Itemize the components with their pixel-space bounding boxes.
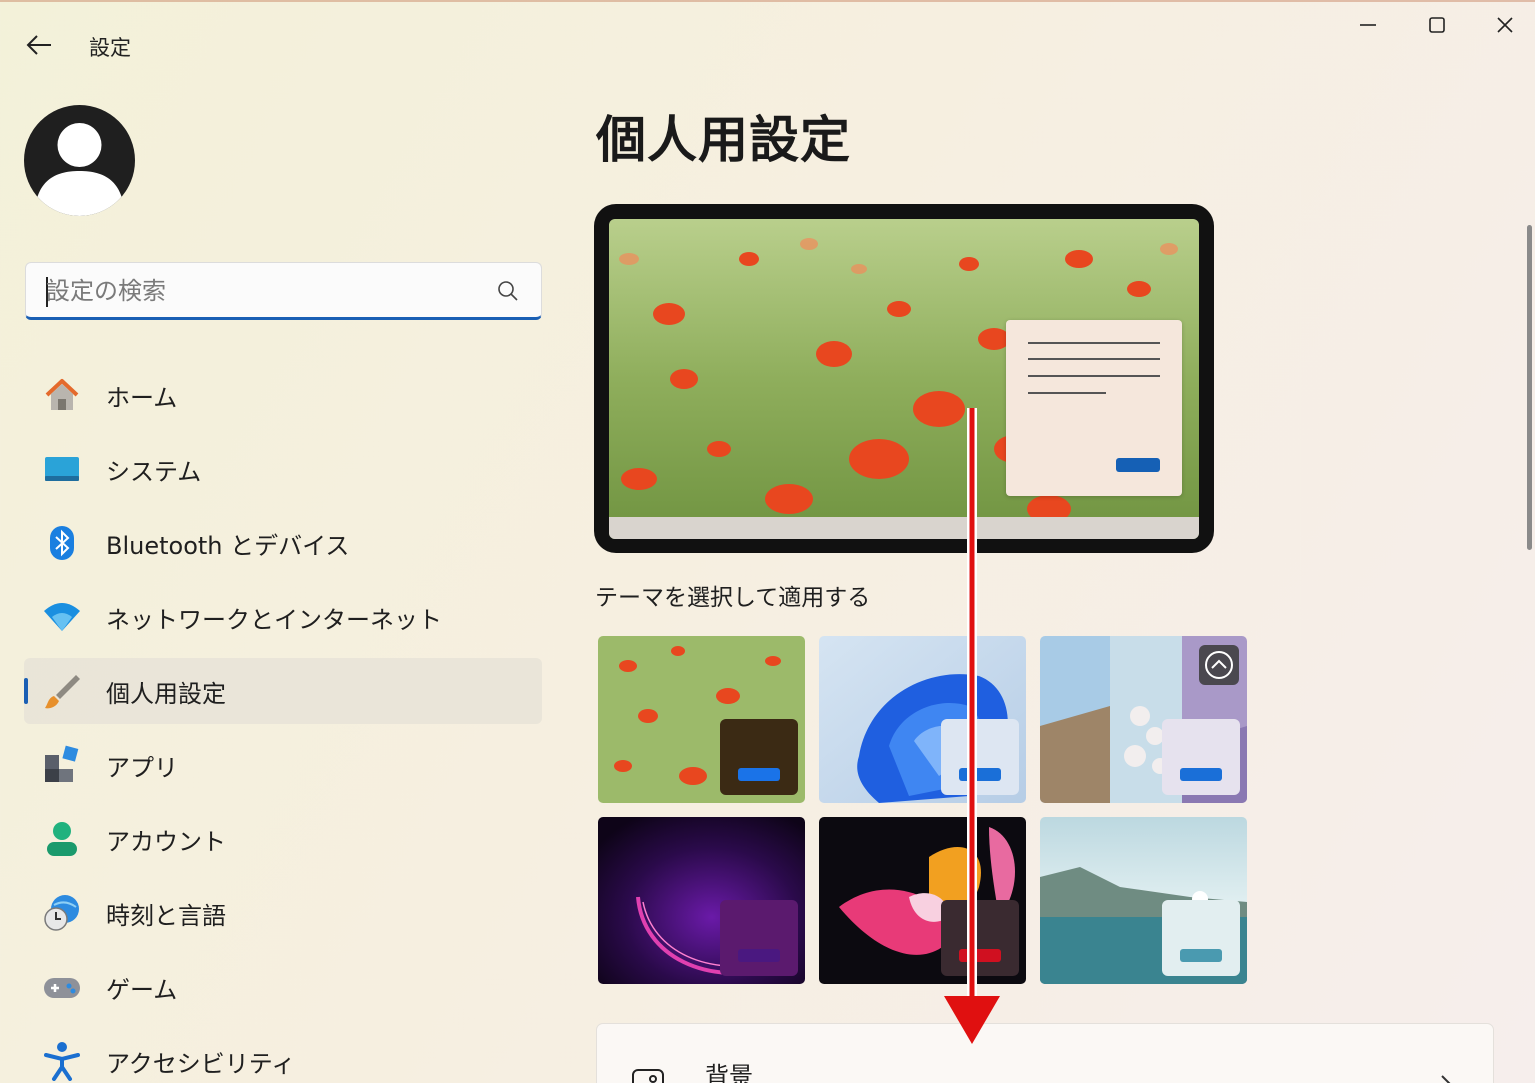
theme-tile-poppies[interactable] [598, 636, 805, 803]
theme-accent-swatch [959, 949, 1001, 962]
maximize-button[interactable] [1417, 8, 1457, 42]
theme-window-preview [941, 900, 1019, 976]
dialog-text-line [1028, 358, 1160, 360]
account-icon [42, 819, 82, 859]
active-indicator [24, 678, 28, 704]
preview-dialog-window [1006, 320, 1182, 496]
sidebar-item-personalization[interactable]: 個人用設定 [24, 658, 542, 724]
dialog-accent-button [1116, 458, 1160, 472]
back-button[interactable] [22, 28, 56, 62]
theme-window-preview [941, 719, 1019, 795]
theme-tile-captured-motion[interactable] [1040, 636, 1247, 803]
preview-wallpaper [609, 219, 1199, 539]
dialog-text-line [1028, 375, 1160, 377]
sidebar-item-label: Bluetooth とデバイス [106, 531, 350, 560]
search-icon[interactable] [497, 280, 519, 302]
globe-clock-icon [42, 893, 82, 933]
theme-tile-flow[interactable] [819, 817, 1026, 984]
preview-taskbar [609, 517, 1199, 539]
theme-preview [594, 204, 1214, 553]
sidebar-item-label: アクセシビリティ [106, 1049, 296, 1078]
sidebar-item-accounts[interactable]: アカウント [24, 802, 542, 876]
card-label: 背景 [705, 1062, 753, 1083]
app-title: 設定 [89, 36, 131, 60]
title-bar: 設定 [0, 0, 1535, 90]
theme-section-label: テーマを選択して適用する [595, 585, 871, 611]
theme-accent-swatch [738, 949, 780, 962]
wifi-icon [42, 597, 82, 637]
sidebar-item-label: 個人用設定 [106, 679, 226, 708]
minimize-button[interactable] [1348, 8, 1388, 42]
paintbrush-icon [42, 671, 82, 711]
search-input[interactable] [46, 273, 486, 309]
sidebar-item-label: システム [106, 457, 202, 486]
theme-accent-swatch [1180, 768, 1222, 781]
scrollbar-thumb[interactable] [1527, 225, 1532, 550]
minimize-icon [1360, 24, 1376, 26]
close-button[interactable] [1485, 8, 1525, 42]
slideshow-icon [1199, 645, 1239, 685]
sidebar-nav: ホーム システム Bluetooth とデバイス ネットワークとインターネット [24, 358, 542, 1083]
theme-window-preview [1162, 900, 1240, 976]
sidebar-item-accessibility[interactable]: アクセシビリティ [24, 1024, 542, 1083]
sidebar-item-label: 時刻と言語 [106, 901, 226, 930]
sidebar-item-label: ゲーム [106, 975, 178, 1004]
sidebar-item-home[interactable]: ホーム [24, 358, 542, 432]
user-silhouette-icon [34, 123, 125, 216]
sidebar-item-bluetooth[interactable]: Bluetooth とデバイス [24, 506, 542, 580]
gamepad-icon [42, 967, 82, 1007]
home-icon [42, 375, 82, 415]
sidebar-item-network[interactable]: ネットワークとインターネット [24, 580, 542, 654]
apps-icon [42, 745, 82, 785]
theme-accent-swatch [959, 768, 1001, 781]
chevron-right-icon [1441, 1075, 1451, 1083]
dialog-text-line [1028, 392, 1106, 394]
sidebar-item-apps[interactable]: アプリ [24, 728, 542, 802]
sidebar-item-label: アプリ [106, 753, 178, 782]
theme-accent-swatch [1180, 949, 1222, 962]
theme-tile-bloom-light[interactable] [819, 636, 1026, 803]
theme-window-preview [720, 900, 798, 976]
sidebar-item-time-language[interactable]: 時刻と言語 [24, 876, 542, 950]
search-box[interactable] [25, 262, 542, 320]
arrow-left-icon [26, 35, 51, 55]
maximize-icon [1429, 17, 1445, 33]
page-title: 個人用設定 [596, 111, 851, 169]
theme-tile-glow[interactable] [598, 817, 805, 984]
sidebar-item-system[interactable]: システム [24, 432, 542, 506]
accessibility-icon [42, 1041, 82, 1081]
avatar[interactable] [24, 105, 135, 216]
theme-window-preview [720, 719, 798, 795]
theme-tile-sunrise[interactable] [1040, 817, 1247, 984]
system-display-icon [42, 449, 82, 489]
theme-accent-swatch [738, 768, 780, 781]
background-image-icon [632, 1069, 664, 1083]
sidebar-item-gaming[interactable]: ゲーム [24, 950, 542, 1024]
dialog-text-line [1028, 342, 1160, 344]
bluetooth-icon [42, 523, 82, 563]
close-icon [1497, 17, 1513, 33]
sidebar-item-label: ネットワークとインターネット [106, 605, 442, 634]
sidebar-item-label: ホーム [106, 383, 178, 412]
background-settings-card[interactable]: 背景 [596, 1023, 1494, 1083]
theme-grid [598, 636, 1248, 984]
sidebar-item-label: アカウント [106, 827, 226, 856]
theme-window-preview [1162, 719, 1240, 795]
